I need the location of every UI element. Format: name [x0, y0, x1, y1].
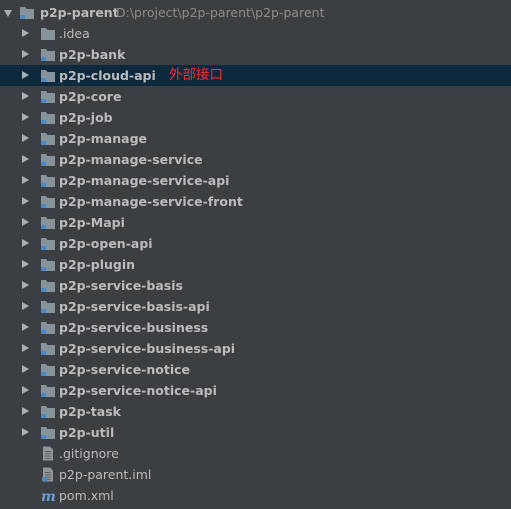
tree-item-p2p-manage-service-front[interactable]: p2p-manage-service-front	[0, 191, 511, 212]
tree-file-gitignore[interactable]: .gitignore	[0, 443, 511, 464]
tree-file-label: pom.xml	[59, 488, 114, 503]
module-folder-icon	[41, 217, 55, 229]
tree-item-label: p2p-manage	[59, 131, 148, 146]
module-folder-icon	[41, 238, 55, 250]
tree-item-p2p-task[interactable]: p2p-task	[0, 401, 511, 422]
expand-arrow-icon[interactable]	[22, 407, 29, 415]
tree-item-p2p-manage-service-api[interactable]: p2p-manage-service-api	[0, 170, 511, 191]
annotation-label: 外部接口	[169, 67, 223, 83]
tree-file-label: .gitignore	[59, 446, 119, 461]
module-folder-icon	[41, 49, 55, 61]
module-folder-icon	[41, 280, 55, 292]
tree-item-label: p2p-service-basis-api	[59, 299, 210, 314]
tree-file-pom-xml[interactable]: m pom.xml	[0, 485, 511, 506]
tree-item-label: p2p-job	[59, 110, 113, 125]
tree-item-label: p2p-manage-service-api	[59, 173, 230, 188]
tree-item-p2p-job[interactable]: p2p-job	[0, 107, 511, 128]
module-folder-icon	[41, 91, 55, 103]
expand-arrow-icon[interactable]	[22, 302, 29, 310]
tree-file-label: p2p-parent.iml	[59, 467, 152, 482]
expand-arrow-icon[interactable]	[22, 365, 29, 373]
expand-arrow-icon[interactable]	[22, 50, 29, 58]
tree-item-p2p-core[interactable]: p2p-core	[0, 86, 511, 107]
tree-item-label: p2p-service-notice	[59, 362, 191, 377]
tree-item-label: p2p-service-business-api	[59, 341, 236, 356]
tree-item-p2p-service-notice[interactable]: p2p-service-notice	[0, 359, 511, 380]
module-folder-icon	[41, 364, 55, 376]
tree-item-label: p2p-Mapi	[59, 215, 125, 230]
module-folder-icon	[41, 301, 55, 313]
expand-arrow-icon[interactable]	[22, 239, 29, 247]
module-folder-icon	[41, 133, 55, 145]
tree-item-label: p2p-util	[59, 425, 115, 440]
root-project-name: p2p-parent	[40, 5, 119, 20]
tree-item-p2p-service-notice-api[interactable]: p2p-service-notice-api	[0, 380, 511, 401]
tree-item-label: p2p-core	[59, 89, 122, 104]
tree-item-p2p-plugin[interactable]: p2p-plugin	[0, 254, 511, 275]
expand-arrow-icon[interactable]	[22, 344, 29, 352]
expand-arrow-icon[interactable]	[22, 92, 29, 100]
module-folder-icon	[41, 322, 55, 334]
module-folder-icon	[41, 427, 55, 439]
expand-arrow-icon[interactable]	[22, 71, 29, 79]
tree-item-p2p-bank[interactable]: p2p-bank	[0, 44, 511, 65]
expand-arrow-icon[interactable]	[22, 134, 29, 142]
text-file-icon	[43, 446, 53, 461]
module-folder-icon	[41, 406, 55, 418]
expand-arrow-icon[interactable]	[22, 113, 29, 121]
tree-item-p2p-cloud-api[interactable]: p2p-cloud-api 外部接口	[0, 65, 511, 86]
tree-item-label: p2p-manage-service-front	[59, 194, 243, 209]
tree-item-label: p2p-cloud-api	[59, 68, 156, 83]
iml-file-icon	[42, 467, 53, 482]
tree-root-row[interactable]: p2p-parent D:\project\p2p-parent\p2p-par…	[0, 2, 511, 23]
module-folder-icon	[41, 385, 55, 397]
svg-text:m: m	[41, 489, 56, 503]
expand-arrow-icon[interactable]	[22, 386, 29, 394]
tree-item-label: p2p-plugin	[59, 257, 136, 272]
tree-item-label: .idea	[59, 26, 90, 41]
tree-item-p2p-mapi[interactable]: p2p-Mapi	[0, 212, 511, 233]
tree-item-p2p-util[interactable]: p2p-util	[0, 422, 511, 443]
tree-item-label: p2p-manage-service	[59, 152, 203, 167]
tree-item-label: p2p-service-notice-api	[59, 383, 217, 398]
tree-item-p2p-service-business[interactable]: p2p-service-business	[0, 317, 511, 338]
tree-item-label: p2p-bank	[59, 47, 126, 62]
expand-arrow-icon[interactable]	[22, 155, 29, 163]
tree-item-p2p-service-basis[interactable]: p2p-service-basis	[0, 275, 511, 296]
root-project-path: D:\project\p2p-parent\p2p-parent	[116, 5, 325, 20]
module-folder-icon	[41, 70, 55, 82]
module-folder-icon	[41, 196, 55, 208]
tree-item-label: p2p-service-business	[59, 320, 209, 335]
expand-arrow-icon[interactable]	[22, 260, 29, 268]
collapse-arrow-icon[interactable]	[4, 10, 12, 17]
expand-arrow-icon[interactable]	[22, 323, 29, 331]
maven-file-icon: m	[41, 489, 56, 503]
tree-item-label: p2p-task	[59, 404, 121, 419]
project-tree[interactable]: p2p-parent D:\project\p2p-parent\p2p-par…	[0, 0, 511, 509]
expand-arrow-icon[interactable]	[22, 281, 29, 289]
tree-item-p2p-manage[interactable]: p2p-manage	[0, 128, 511, 149]
expand-arrow-icon[interactable]	[22, 176, 29, 184]
expand-arrow-icon[interactable]	[22, 197, 29, 205]
tree-file-p2p-parent-iml[interactable]: p2p-parent.iml	[0, 464, 511, 485]
tree-item-label: p2p-service-basis	[59, 278, 183, 293]
module-folder-icon	[41, 154, 55, 166]
module-folder-icon	[41, 112, 55, 124]
folder-icon	[41, 28, 55, 40]
tree-item-p2p-manage-service[interactable]: p2p-manage-service	[0, 149, 511, 170]
tree-item-p2p-open-api[interactable]: p2p-open-api	[0, 233, 511, 254]
expand-arrow-icon[interactable]	[22, 218, 29, 226]
tree-item-p2p-service-basis-api[interactable]: p2p-service-basis-api	[0, 296, 511, 317]
tree-item-idea[interactable]: .idea	[0, 23, 511, 44]
expand-arrow-icon[interactable]	[22, 29, 29, 37]
expand-arrow-icon[interactable]	[22, 428, 29, 436]
tree-item-p2p-service-business-api[interactable]: p2p-service-business-api	[0, 338, 511, 359]
module-folder-icon	[41, 259, 55, 271]
module-folder-icon	[41, 343, 55, 355]
tree-item-label: p2p-open-api	[59, 236, 153, 251]
module-folder-icon	[41, 175, 55, 187]
module-folder-icon	[20, 7, 34, 19]
